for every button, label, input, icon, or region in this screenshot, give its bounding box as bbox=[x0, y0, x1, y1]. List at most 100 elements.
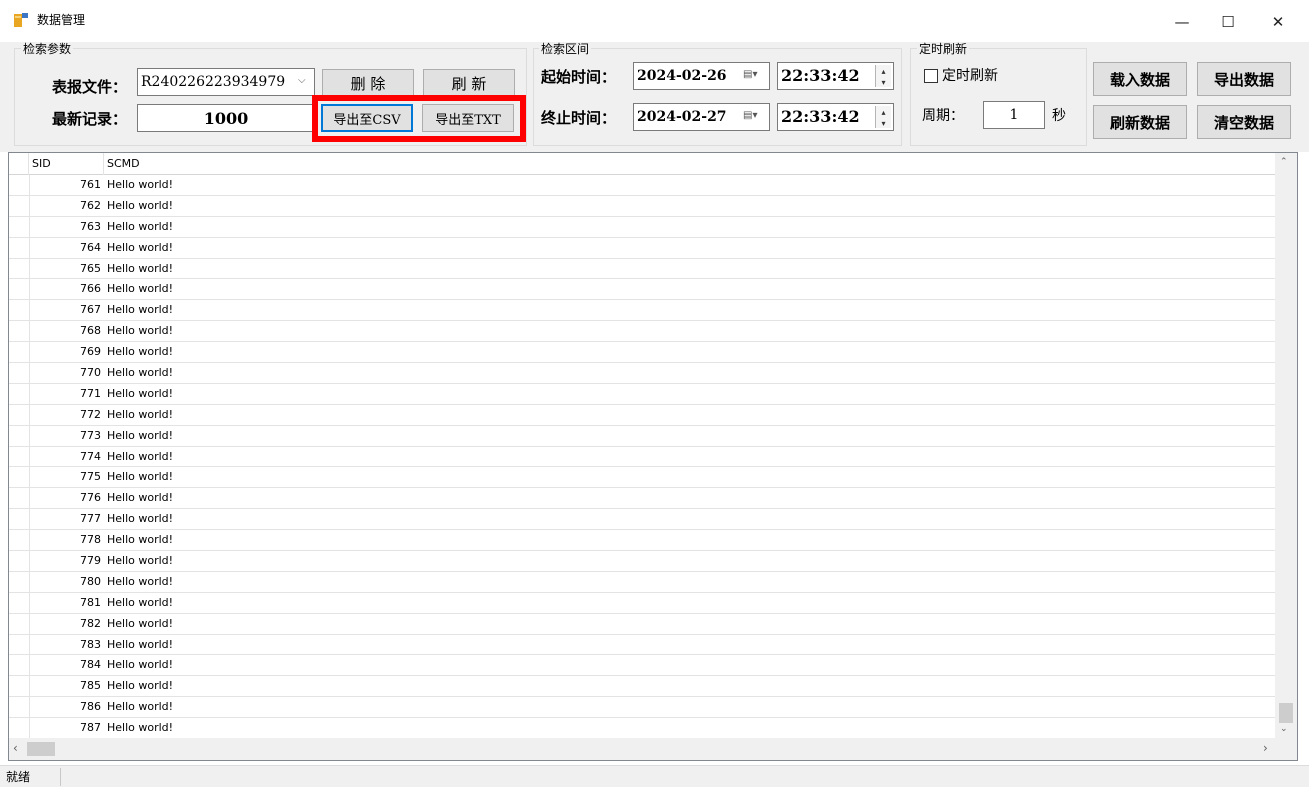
cell-scmd[interactable]: Hello world! bbox=[104, 405, 173, 425]
row-selector[interactable] bbox=[9, 697, 30, 718]
close-button[interactable]: ✕ bbox=[1258, 10, 1298, 34]
cell-scmd[interactable]: Hello world! bbox=[104, 279, 173, 299]
cell-sid[interactable]: 765 bbox=[29, 259, 104, 279]
export-txt-button[interactable]: 导出至TXT bbox=[422, 104, 514, 132]
row-selector[interactable] bbox=[9, 571, 30, 592]
cell-scmd[interactable]: Hello world! bbox=[104, 530, 173, 550]
cell-sid[interactable]: 762 bbox=[29, 196, 104, 216]
cell-sid[interactable]: 781 bbox=[29, 593, 104, 613]
clear-data-button[interactable]: 清空数据 bbox=[1197, 105, 1291, 139]
row-selector[interactable] bbox=[9, 718, 30, 739]
row-selector[interactable] bbox=[9, 425, 30, 446]
table-row[interactable]: 773 Hello world! bbox=[9, 425, 1277, 447]
row-selector[interactable] bbox=[9, 342, 30, 363]
cell-scmd[interactable]: Hello world! bbox=[104, 238, 173, 258]
row-selector[interactable] bbox=[9, 237, 30, 258]
refresh-data-button[interactable]: 刷新数据 bbox=[1093, 105, 1187, 139]
start-time-spinner[interactable]: 22:33:42 ▴ ▾ bbox=[777, 62, 894, 90]
table-row[interactable]: 775 Hello world! bbox=[9, 467, 1277, 489]
table-row[interactable]: 769 Hello world! bbox=[9, 342, 1277, 364]
cell-sid[interactable]: 774 bbox=[29, 447, 104, 467]
export-csv-button[interactable]: 导出至CSV bbox=[321, 104, 413, 132]
cell-scmd[interactable]: Hello world! bbox=[104, 300, 173, 320]
end-time-spinner[interactable]: 22:33:42 ▴ ▾ bbox=[777, 103, 894, 131]
cell-sid[interactable]: 773 bbox=[29, 426, 104, 446]
table-row[interactable]: 780 Hello world! bbox=[9, 571, 1277, 593]
column-header-sid[interactable]: SID bbox=[29, 153, 104, 175]
table-row[interactable]: 767 Hello world! bbox=[9, 300, 1277, 322]
start-date-picker[interactable]: 2024-02-26 ▤▾ bbox=[633, 62, 770, 90]
cell-scmd[interactable]: Hello world! bbox=[104, 509, 173, 529]
cell-sid[interactable]: 764 bbox=[29, 238, 104, 258]
timer-checkbox[interactable] bbox=[924, 69, 938, 83]
row-selector[interactable] bbox=[9, 488, 30, 509]
table-row[interactable]: 783 Hello world! bbox=[9, 634, 1277, 656]
row-selector[interactable] bbox=[9, 613, 30, 634]
table-row[interactable]: 785 Hello world! bbox=[9, 676, 1277, 698]
cell-sid[interactable]: 787 bbox=[29, 718, 104, 738]
row-selector[interactable] bbox=[9, 592, 30, 613]
table-row[interactable]: 778 Hello world! bbox=[9, 530, 1277, 552]
cell-sid[interactable]: 783 bbox=[29, 635, 104, 655]
report-file-dropdown[interactable]: R240226223934979 ⌵ bbox=[137, 68, 315, 96]
row-selector[interactable] bbox=[9, 175, 30, 195]
cell-sid[interactable]: 767 bbox=[29, 300, 104, 320]
cell-scmd[interactable]: Hello world! bbox=[104, 217, 173, 237]
table-row[interactable]: 779 Hello world! bbox=[9, 551, 1277, 572]
cell-scmd[interactable]: Hello world! bbox=[104, 614, 173, 634]
row-selector[interactable] bbox=[9, 321, 30, 342]
table-row[interactable]: 774 Hello world! bbox=[9, 446, 1277, 468]
cell-sid[interactable]: 771 bbox=[29, 384, 104, 404]
row-selector[interactable] bbox=[9, 655, 30, 676]
cell-sid[interactable]: 780 bbox=[29, 572, 104, 592]
cell-sid[interactable]: 785 bbox=[29, 676, 104, 696]
cell-sid[interactable]: 761 bbox=[29, 175, 104, 195]
cell-sid[interactable]: 766 bbox=[29, 279, 104, 299]
cell-sid[interactable]: 786 bbox=[29, 697, 104, 717]
cell-scmd[interactable]: Hello world! bbox=[104, 321, 173, 341]
cell-sid[interactable]: 782 bbox=[29, 614, 104, 634]
table-row[interactable]: 777 Hello world! bbox=[9, 509, 1277, 531]
row-selector[interactable] bbox=[9, 467, 30, 488]
horizontal-scroll-thumb[interactable] bbox=[27, 742, 55, 756]
cell-scmd[interactable]: Hello world! bbox=[104, 593, 173, 613]
cell-sid[interactable]: 778 bbox=[29, 530, 104, 550]
maximize-button[interactable]: ☐ bbox=[1208, 10, 1248, 34]
cell-scmd[interactable]: Hello world! bbox=[104, 175, 173, 195]
cell-scmd[interactable]: Hello world! bbox=[104, 384, 173, 404]
cell-scmd[interactable]: Hello world! bbox=[104, 342, 173, 362]
row-selector[interactable] bbox=[9, 216, 30, 237]
cell-scmd[interactable]: Hello world! bbox=[104, 572, 173, 592]
cell-sid[interactable]: 772 bbox=[29, 405, 104, 425]
timer-checkbox-label[interactable]: 定时刷新 bbox=[942, 66, 998, 86]
cell-scmd[interactable]: Hello world! bbox=[104, 551, 173, 571]
table-row[interactable]: 766 Hello world! bbox=[9, 279, 1277, 301]
table-row[interactable]: 787 Hello world! bbox=[9, 718, 1277, 740]
scroll-left-arrow[interactable]: ‹ bbox=[13, 741, 18, 755]
row-header-corner[interactable] bbox=[9, 153, 29, 175]
vertical-scrollbar[interactable]: ⌃ ⌄ bbox=[1275, 153, 1297, 738]
cell-sid[interactable]: 777 bbox=[29, 509, 104, 529]
cell-scmd[interactable]: Hello world! bbox=[104, 655, 173, 675]
row-selector[interactable] bbox=[9, 300, 30, 321]
table-row[interactable]: 776 Hello world! bbox=[9, 488, 1277, 510]
scroll-up-arrow[interactable]: ⌃ bbox=[1280, 157, 1288, 167]
end-time-up-arrow[interactable]: ▴ bbox=[875, 106, 891, 117]
cell-sid[interactable]: 768 bbox=[29, 321, 104, 341]
data-grid[interactable]: SID SCMD 761 Hello world! 762 Hello world! 7… bbox=[8, 152, 1298, 761]
table-row[interactable]: 763 Hello world! bbox=[9, 216, 1277, 238]
table-row[interactable]: 762 Hello world! bbox=[9, 195, 1277, 217]
scroll-down-arrow[interactable]: ⌄ bbox=[1280, 724, 1288, 734]
cell-sid[interactable]: 776 bbox=[29, 488, 104, 508]
row-selector[interactable] bbox=[9, 530, 30, 551]
row-selector[interactable] bbox=[9, 676, 30, 697]
table-row[interactable]: 784 Hello world! bbox=[9, 655, 1277, 677]
cell-sid[interactable]: 763 bbox=[29, 217, 104, 237]
refresh-button[interactable]: 刷 新 bbox=[423, 69, 515, 97]
row-selector[interactable] bbox=[9, 195, 30, 216]
cell-sid[interactable]: 770 bbox=[29, 363, 104, 383]
latest-records-input[interactable]: 1000 bbox=[137, 104, 315, 132]
calendar-icon[interactable]: ▤▾ bbox=[743, 110, 757, 121]
cell-scmd[interactable]: Hello world! bbox=[104, 259, 173, 279]
cell-scmd[interactable]: Hello world! bbox=[104, 635, 173, 655]
